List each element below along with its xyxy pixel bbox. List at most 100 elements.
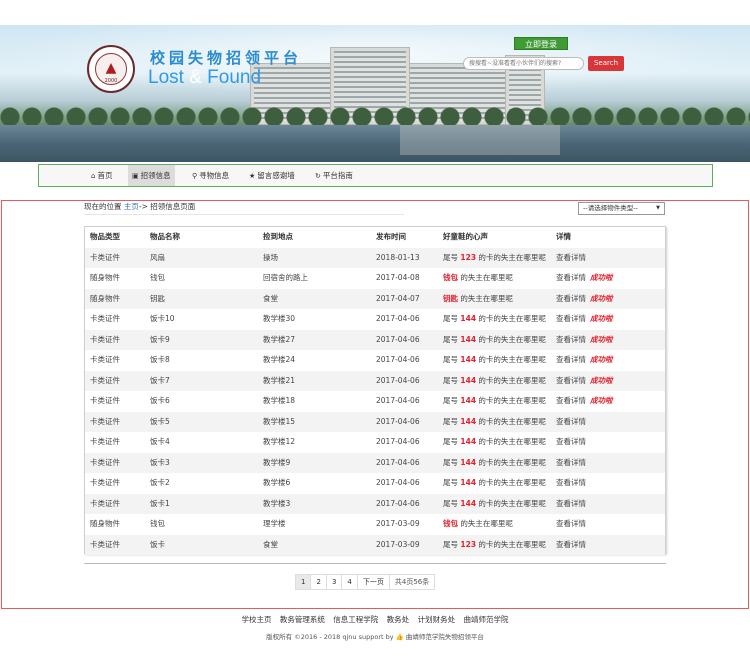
footer-link-it-college[interactable]: 信息工程学院 bbox=[333, 615, 378, 624]
message-prefix: 尾号 bbox=[443, 416, 461, 426]
cell-type: 卡类证件 bbox=[90, 416, 120, 426]
page-link-1[interactable]: 1 bbox=[295, 574, 312, 590]
breadcrumb-current: 招领信息页面 bbox=[150, 202, 196, 211]
cell-detail: 查看详情 成功啦 bbox=[556, 309, 613, 329]
share-icon: ↻ bbox=[315, 172, 321, 180]
table-header-place: 捡到地点 bbox=[263, 232, 293, 241]
view-detail-link[interactable]: 查看详情 bbox=[556, 458, 586, 467]
message-suffix: 的卡的失主在哪里呢 bbox=[476, 252, 546, 262]
nav-item-guide[interactable]: ↻ 平台指南 bbox=[311, 165, 357, 186]
table-row: 卡类证件 饭卡1 教学楼3 2017-04-06 尾号 144 的卡的失主在哪里呢 查看详… bbox=[85, 493, 665, 514]
breadcrumb-divider bbox=[84, 214, 404, 215]
cell-name: 钥匙 bbox=[150, 293, 165, 303]
cell-place: 理学楼 bbox=[263, 519, 286, 528]
view-detail-link[interactable]: 查看详情 bbox=[556, 396, 586, 405]
cell-date: 2017-04-06 bbox=[376, 314, 420, 323]
view-detail-link[interactable]: 查看详情 bbox=[556, 417, 586, 426]
footer-link-academic-office[interactable]: 教务处 bbox=[387, 615, 410, 624]
page-link-4[interactable]: 4 bbox=[341, 574, 358, 590]
cell-date: 2017-03-09 bbox=[376, 539, 420, 549]
cell-date: 2018-01-13 bbox=[376, 252, 420, 262]
footer-link-finance[interactable]: 计划财务处 bbox=[418, 615, 456, 624]
view-detail-link[interactable]: 查看详情 bbox=[556, 499, 586, 508]
cell-date: 2017-03-09 bbox=[376, 519, 420, 528]
message-prefix: 尾号 bbox=[443, 457, 461, 467]
message-prefix: 尾号 bbox=[443, 478, 461, 487]
message-suffix: 的卡的失主在哪里呢 bbox=[476, 355, 546, 364]
view-detail-link[interactable]: 查看详情 bbox=[556, 376, 586, 385]
item-type-select-value: --请选择物件类型-- bbox=[583, 204, 638, 212]
cell-name: 饭卡5 bbox=[150, 416, 170, 426]
cell-name: 饭卡7 bbox=[150, 375, 170, 385]
message-highlight: 144 bbox=[460, 355, 477, 364]
nav-item-found[interactable]: ▣ 招领信息 bbox=[128, 165, 175, 186]
cell-place: 教学楼15 bbox=[263, 416, 296, 426]
cell-type: 随身物件 bbox=[90, 273, 120, 282]
cell-name: 饭卡4 bbox=[150, 437, 170, 446]
message-suffix: 的失主在哪里呢 bbox=[458, 293, 513, 303]
table-row: 卡类证件 饭卡8 教学楼24 2017-04-06 尾号 144 的卡的失主在哪里呢 查看… bbox=[85, 350, 665, 371]
message-highlight: 144 bbox=[460, 457, 477, 467]
nav-item-label: 首页 bbox=[97, 171, 113, 180]
table-row: 卡类证件 饭卡4 教学楼12 2017-04-06 尾号 144 的卡的失主在哪里呢 查看… bbox=[85, 432, 665, 453]
cell-message: 钱包 的失主在哪里呢 bbox=[443, 268, 513, 288]
breadcrumb-sep: -> bbox=[138, 202, 151, 211]
message-highlight: 123 bbox=[460, 539, 477, 549]
footer-link-school[interactable]: 学校主页 bbox=[242, 615, 272, 624]
nav-item-home[interactable]: ⌂ 首页 bbox=[87, 165, 116, 186]
cell-type: 卡类证件 bbox=[90, 314, 120, 323]
breadcrumb-home-link[interactable]: 主页 bbox=[124, 202, 139, 211]
cell-date: 2017-04-06 bbox=[376, 478, 420, 487]
page-link-3[interactable]: 3 bbox=[325, 574, 343, 590]
cell-place: 操场 bbox=[263, 252, 278, 262]
cell-message: 尾号 144 的卡的失主在哪里呢 bbox=[443, 309, 546, 329]
view-detail-link[interactable]: 查看详情 bbox=[556, 335, 586, 344]
message-highlight: 123 bbox=[460, 252, 477, 262]
cell-detail: 查看详情 bbox=[556, 453, 586, 473]
success-badge: 成功啦 bbox=[590, 273, 613, 282]
nav-item-label: 平台指南 bbox=[322, 171, 353, 180]
cell-detail: 查看详情 成功啦 bbox=[556, 330, 613, 350]
footer-link-academic-system[interactable]: 教务管理系统 bbox=[280, 615, 325, 624]
view-detail-link[interactable]: 查看详情 bbox=[556, 355, 586, 364]
credit-text: 曲靖师范学院失物招领平台 bbox=[405, 633, 484, 641]
search-input[interactable]: 搜搜看~没准看看小伙伴们的搜索? bbox=[463, 57, 584, 70]
footer-link-university[interactable]: 曲靖师范学院 bbox=[463, 615, 508, 624]
login-button[interactable]: 立即登录 bbox=[514, 37, 568, 50]
item-type-select[interactable]: --请选择物件类型-- ▼ bbox=[578, 202, 665, 215]
breadcrumb-prefix: 现在的位置 bbox=[84, 202, 122, 211]
search-button[interactable]: Search bbox=[588, 56, 624, 71]
view-detail-link[interactable]: 查看详情 bbox=[556, 273, 586, 282]
success-badge: 成功啦 bbox=[590, 334, 613, 344]
cell-type: 卡类证件 bbox=[90, 498, 120, 508]
view-detail-link[interactable]: 查看详情 bbox=[556, 437, 586, 446]
pagination-summary: 共4页56条 bbox=[388, 574, 436, 590]
cell-name: 饭卡3 bbox=[150, 457, 170, 467]
message-suffix: 的卡的失主在哪里呢 bbox=[476, 478, 546, 487]
view-detail-link[interactable]: 查看详情 bbox=[556, 294, 586, 303]
view-detail-link[interactable]: 查看详情 bbox=[556, 314, 586, 323]
cell-message: 尾号 144 的卡的失主在哪里呢 bbox=[443, 494, 546, 514]
table-bottom-rule bbox=[84, 563, 666, 564]
message-suffix: 的失主在哪里呢 bbox=[458, 273, 513, 282]
view-detail-link[interactable]: 查看详情 bbox=[556, 540, 586, 549]
nav-item-thanks[interactable]: ★ 留言感谢墙 bbox=[245, 165, 299, 186]
nav-item-lost[interactable]: ⚲ 寻物信息 bbox=[188, 165, 233, 186]
cell-detail: 查看详情 成功啦 bbox=[556, 350, 613, 370]
school-logo[interactable]: ▲ 2000 bbox=[87, 45, 135, 93]
view-detail-link[interactable]: 查看详情 bbox=[556, 478, 586, 487]
view-detail-link[interactable]: 查看详情 bbox=[556, 253, 586, 262]
cell-place: 回宿舍的路上 bbox=[263, 273, 308, 282]
next-page-button[interactable]: 下一页 bbox=[356, 574, 390, 590]
table-header-name: 物品名称 bbox=[150, 232, 180, 241]
cell-date: 2017-04-06 bbox=[376, 355, 420, 364]
message-suffix: 的卡的失主在哪里呢 bbox=[476, 498, 546, 508]
cell-detail: 查看详情 bbox=[556, 432, 586, 452]
message-suffix: 的卡的失主在哪里呢 bbox=[476, 539, 546, 549]
cell-detail: 查看详情 bbox=[556, 248, 586, 268]
message-suffix: 的卡的失主在哪里呢 bbox=[476, 416, 546, 426]
cell-detail: 查看详情 bbox=[556, 412, 586, 432]
view-detail-link[interactable]: 查看详情 bbox=[556, 519, 586, 528]
message-highlight: 144 bbox=[460, 416, 477, 426]
page-link-2[interactable]: 2 bbox=[310, 574, 327, 590]
